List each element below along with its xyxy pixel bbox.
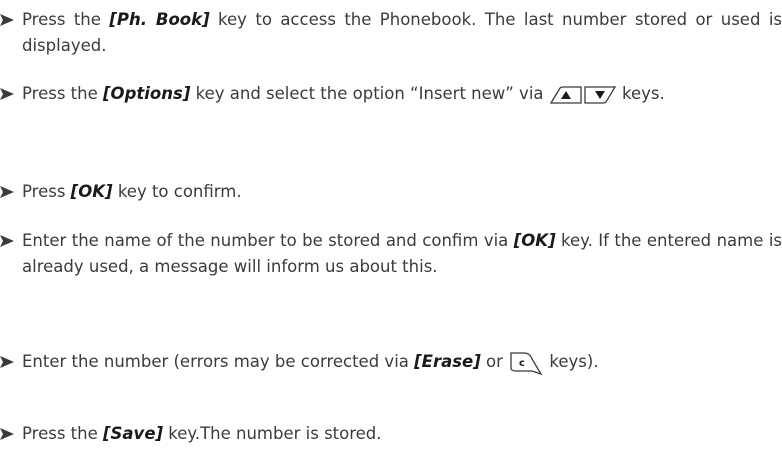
step-4-text: Enter the name of the number to be store… <box>22 228 782 280</box>
step-4-pre: Enter the name of the number to be store… <box>22 231 514 250</box>
up-arrow-key-icon <box>549 85 582 104</box>
bullet-arrow-icon <box>0 356 14 368</box>
step-2-pre: Press the <box>22 84 103 103</box>
step-5-text: Enter the number (errors may be correcte… <box>22 349 782 375</box>
svg-text:c: c <box>519 358 525 369</box>
step-3-pre: Press <box>22 182 71 201</box>
step-6: Press the [Save] key.The number is store… <box>0 421 782 447</box>
step-3: Press [OK] key to confirm. <box>0 179 782 205</box>
c-clear-key-icon: c <box>510 351 543 375</box>
erase-key-label: [Erase] <box>414 352 481 371</box>
step-6-post: key.The number is stored. <box>163 424 382 443</box>
ok-key-label: [OK] <box>513 231 556 250</box>
step-5: Enter the number (errors may be correcte… <box>0 349 782 375</box>
step-2-mid: key and select the option “Insert new” v… <box>190 84 549 103</box>
ph-book-key-label: [Ph. Book] <box>109 10 210 29</box>
step-1-text: Press the [Ph. Book] key to access the P… <box>22 7 782 59</box>
ok-key-label: [OK] <box>70 182 113 201</box>
bullet-arrow-icon <box>0 88 14 100</box>
step-6-text: Press the [Save] key.The number is store… <box>22 421 782 447</box>
bullet-arrow-icon <box>0 14 14 26</box>
step-4: Enter the name of the number to be store… <box>0 228 782 280</box>
bullet-arrow-icon <box>0 186 14 198</box>
bullet-arrow-icon <box>0 235 14 247</box>
step-5-pre: Enter the number (errors may be correcte… <box>22 352 415 371</box>
step-2-post: keys. <box>616 84 665 103</box>
step-3-post: key to confirm. <box>112 182 242 201</box>
step-2: Press the [Options] key and select the o… <box>0 81 782 107</box>
step-2-text: Press the [Options] key and select the o… <box>22 81 782 107</box>
save-key-label: [Save] <box>103 424 164 443</box>
bullet-arrow-icon <box>0 428 14 440</box>
step-5-post: keys). <box>544 352 599 371</box>
down-arrow-key-icon <box>584 85 616 104</box>
step-3-text: Press [OK] key to confirm. <box>22 179 782 205</box>
step-1-pre: Press the <box>22 10 110 29</box>
step-1: Press the [Ph. Book] key to access the P… <box>0 7 782 59</box>
step-6-pre: Press the <box>22 424 103 443</box>
options-key-label: [Options] <box>103 84 191 103</box>
step-5-mid: or <box>480 352 509 371</box>
